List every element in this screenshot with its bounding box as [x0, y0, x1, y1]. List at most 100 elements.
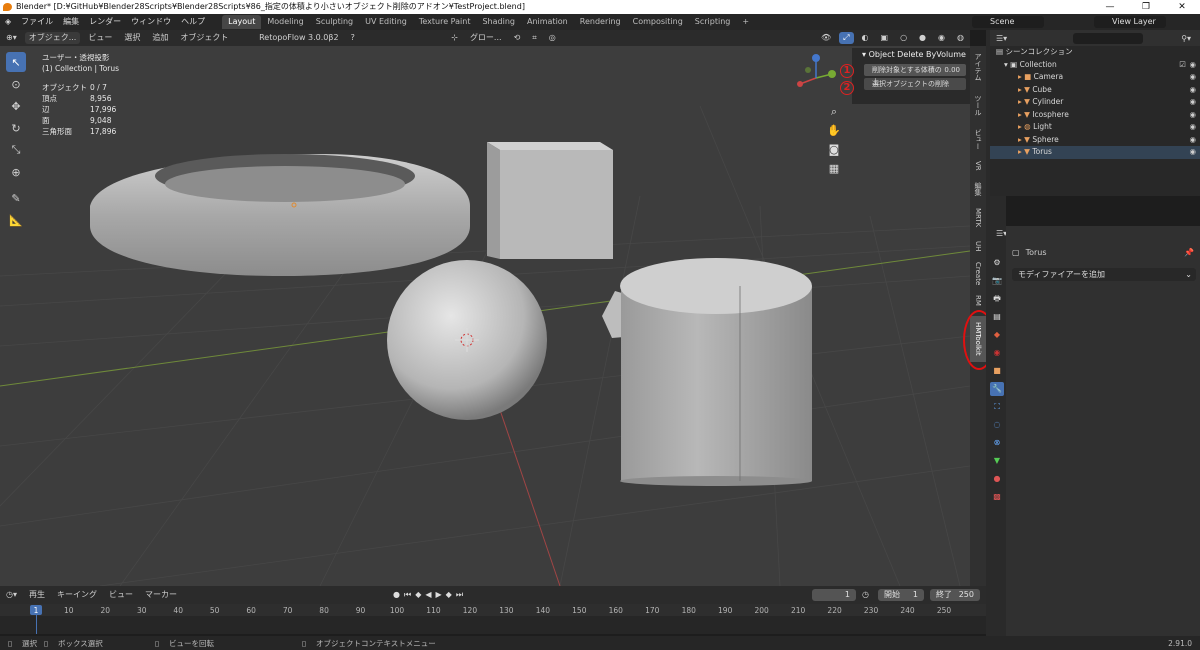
- retopoflow-menu[interactable]: RetopoFlow 3.0.0β2: [255, 32, 342, 44]
- pin-icon[interactable]: 📌: [1184, 248, 1194, 257]
- visibility-eye-icon[interactable]: ◉: [1189, 59, 1196, 72]
- tab-modeling[interactable]: Modeling: [261, 15, 309, 29]
- keying-menu[interactable]: キーイング: [53, 589, 101, 601]
- visibility-icon[interactable]: 👁: [817, 32, 835, 44]
- visibility-eye-icon[interactable]: ◉: [1189, 134, 1196, 147]
- volume-threshold-field[interactable]: 削除対象とする体積の上 0.00: [864, 64, 966, 86]
- menu-help[interactable]: ヘルプ: [176, 14, 210, 30]
- tab-uv-editing[interactable]: UV Editing: [359, 15, 413, 29]
- tab-edit[interactable]: 編集: [970, 180, 986, 198]
- timeline-editor-icon[interactable]: ◷▾: [2, 589, 21, 601]
- outliner-item-cube[interactable]: ▸ ▼ Cube ◉: [990, 84, 1200, 97]
- start-frame-field[interactable]: 開始 1: [878, 589, 924, 601]
- jump-end-icon[interactable]: ⏭: [456, 590, 463, 600]
- outliner-item-sphere[interactable]: ▸ ▼ Sphere ◉: [990, 134, 1200, 147]
- outliner-editor-icon[interactable]: ☰▾: [990, 34, 1013, 43]
- help-icon[interactable]: ?: [347, 32, 359, 44]
- menu-edit[interactable]: 編集: [58, 14, 84, 30]
- tab-rm[interactable]: RM: [970, 292, 986, 308]
- menu-view[interactable]: ビュー: [84, 32, 116, 44]
- physics-props-icon[interactable]: ◌: [990, 418, 1004, 432]
- render-props-icon[interactable]: 📷: [990, 274, 1004, 288]
- scale-tool-icon[interactable]: ⤡: [6, 140, 26, 160]
- orientation-selector[interactable]: グロー...: [466, 32, 506, 44]
- add-modifier-dropdown[interactable]: モディファイアーを追加 ⌄: [1012, 268, 1196, 281]
- cylinder-object[interactable]: [620, 258, 812, 486]
- outliner-search-input[interactable]: [1073, 32, 1144, 44]
- perspective-grid-icon[interactable]: ▦: [826, 161, 842, 177]
- editor-type-icon[interactable]: ⊕▾: [2, 32, 21, 44]
- tab-mrtk[interactable]: MRTK: [970, 204, 986, 232]
- tab-item[interactable]: アイテム: [970, 50, 986, 84]
- tab-sculpting[interactable]: Sculpting: [310, 15, 359, 29]
- tab-texture-paint[interactable]: Texture Paint: [413, 15, 477, 29]
- cursor-tool-icon[interactable]: ⊙: [6, 74, 26, 94]
- view-layer-props-icon[interactable]: ▤: [990, 310, 1004, 324]
- current-frame-field[interactable]: 1: [812, 589, 856, 601]
- playback-menu[interactable]: 再生: [25, 589, 49, 601]
- proportional-icon[interactable]: ◎: [545, 32, 560, 44]
- tab-scripting[interactable]: Scripting: [689, 15, 737, 29]
- outliner-item-icosphere[interactable]: ▸ ▼ Icosphere ◉: [990, 109, 1200, 122]
- collection-row[interactable]: ▾ ▣ Collection ☑ ◉: [990, 59, 1200, 72]
- add-workspace-button[interactable]: +: [736, 15, 755, 29]
- outliner-item-torus[interactable]: ▸ ▼ Torus ◉: [990, 146, 1200, 159]
- world-props-icon[interactable]: ◉: [990, 346, 1004, 360]
- outliner-item-camera[interactable]: ▸ ■ Camera ◉: [990, 71, 1200, 84]
- exclude-checkbox[interactable]: ☑: [1179, 59, 1186, 72]
- menu-select[interactable]: 選択: [120, 32, 144, 44]
- play-reverse-icon[interactable]: ◀: [425, 590, 431, 600]
- shading-material-icon[interactable]: ◉: [934, 32, 949, 44]
- record-icon[interactable]: ●: [393, 590, 400, 600]
- panel-title[interactable]: ▾ Object Delete ByVolume: [852, 48, 970, 62]
- outliner-item-cylinder[interactable]: ▸ ▼ Cylinder ◉: [990, 96, 1200, 109]
- annotate-tool-icon[interactable]: ✎: [6, 188, 26, 208]
- marker-menu[interactable]: マーカー: [141, 589, 181, 601]
- shading-rendered-icon[interactable]: ◍: [953, 32, 968, 44]
- scene-props-icon[interactable]: ◆: [990, 328, 1004, 342]
- minimize-button[interactable]: —: [1092, 0, 1128, 14]
- data-props-icon[interactable]: ▼: [990, 454, 1004, 468]
- play-icon[interactable]: ▶: [436, 590, 442, 600]
- cube-object[interactable]: [487, 142, 613, 259]
- gizmo-icon[interactable]: ⤢: [839, 32, 854, 44]
- navigation-gizmo[interactable]: [797, 54, 836, 87]
- constraints-props-icon[interactable]: ⊗: [990, 436, 1004, 450]
- visibility-eye-icon[interactable]: ◉: [1189, 146, 1196, 159]
- tab-layout[interactable]: Layout: [222, 15, 262, 29]
- menu-window[interactable]: ウィンドウ: [126, 14, 176, 30]
- snap-icon[interactable]: ⌗: [528, 32, 541, 44]
- filter-icon[interactable]: ⚲▾: [1181, 34, 1191, 43]
- object-props-icon[interactable]: ■: [990, 364, 1004, 378]
- scene-selector[interactable]: Scene: [972, 16, 1044, 28]
- select-box-tool-icon[interactable]: ↖: [6, 52, 26, 72]
- zoom-icon[interactable]: ⌕: [826, 104, 842, 120]
- visibility-eye-icon[interactable]: ◉: [1189, 71, 1196, 84]
- shading-solid-icon[interactable]: ●: [915, 32, 930, 44]
- modifier-props-icon[interactable]: 🔧: [990, 382, 1004, 396]
- particles-props-icon[interactable]: ⛶: [990, 400, 1004, 414]
- view-layer-selector[interactable]: View Layer: [1094, 16, 1166, 28]
- prev-key-icon[interactable]: ◆: [415, 590, 421, 600]
- output-props-icon[interactable]: 🖶: [990, 292, 1004, 306]
- maximize-button[interactable]: ❐: [1128, 0, 1164, 14]
- menu-object[interactable]: オブジェクト: [176, 32, 232, 44]
- tab-view[interactable]: ビュー: [970, 126, 986, 152]
- visibility-eye-icon[interactable]: ◉: [1189, 84, 1196, 97]
- pan-hand-icon[interactable]: ✋: [826, 123, 842, 139]
- tab-animation[interactable]: Animation: [521, 15, 574, 29]
- camera-view-icon[interactable]: ◙: [826, 142, 842, 158]
- outliner-item-light[interactable]: ▸ ◍ Light ◉: [990, 121, 1200, 134]
- menu-file[interactable]: ファイル: [16, 14, 58, 30]
- material-props-icon[interactable]: ●: [990, 472, 1004, 486]
- shading-wireframe-icon[interactable]: ○: [896, 32, 911, 44]
- tab-shading[interactable]: Shading: [476, 15, 521, 29]
- tab-tool[interactable]: ツール: [970, 90, 986, 120]
- pivot-icon[interactable]: ⟲: [510, 32, 525, 44]
- timeline[interactable]: 1 10 20 30 40 50 60 70 80 90 100 110 120 130 140 150 160…: [0, 604, 986, 634]
- torus-object[interactable]: [90, 154, 470, 276]
- texture-props-icon[interactable]: ▩: [990, 490, 1004, 504]
- tab-create[interactable]: Create: [970, 260, 986, 288]
- next-key-icon[interactable]: ◆: [446, 590, 452, 600]
- timeline-view-menu[interactable]: ビュー: [105, 589, 137, 601]
